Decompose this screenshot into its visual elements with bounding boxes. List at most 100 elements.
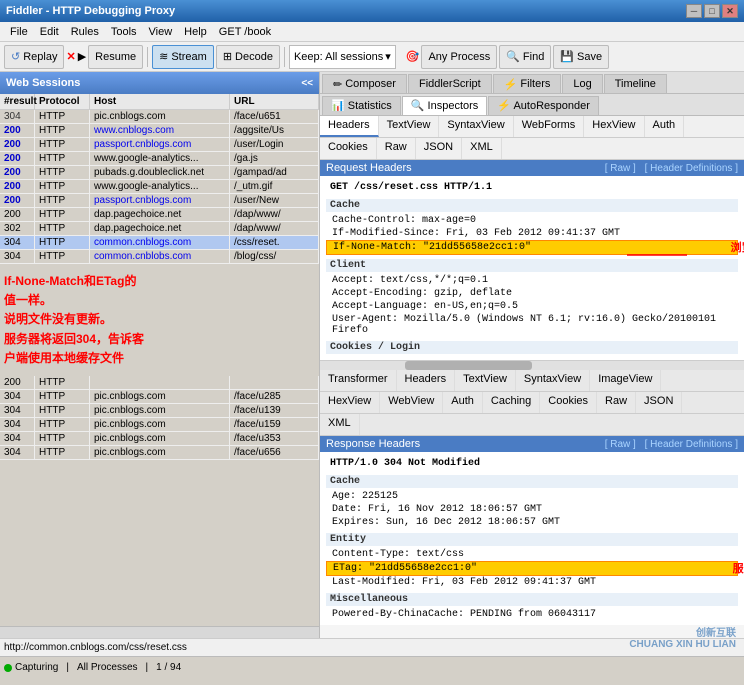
transformer-tabs-3: XML: [320, 414, 744, 436]
menu-file[interactable]: File: [4, 24, 34, 40]
find-icon: 🔍: [506, 50, 520, 63]
table-row[interactable]: 304 HTTP pic.cnblogs.com /face/u285: [0, 390, 319, 404]
req-tab-syntaxview[interactable]: SyntaxView: [439, 116, 513, 137]
trans-tab-imageview[interactable]: ImageView: [590, 370, 661, 391]
menu-get-book[interactable]: GET /book: [213, 24, 277, 40]
inspectors-icon: 🔍: [411, 100, 425, 112]
trans-tab-raw[interactable]: Raw: [597, 392, 636, 413]
req-tab-raw[interactable]: Raw: [377, 138, 416, 159]
keep-sessions-chevron: ▾: [385, 50, 391, 63]
trans-tab-webview[interactable]: WebView: [380, 392, 443, 413]
trans-tab-xml[interactable]: XML: [320, 414, 360, 435]
filters-icon: ⚡: [504, 78, 518, 91]
cache-section-title: Cache: [326, 199, 738, 212]
tab-statistics[interactable]: 📊 Statistics: [322, 96, 401, 115]
title-bar: Fiddler - HTTP Debugging Proxy ─ □ ✕: [0, 0, 744, 22]
req-tab-json[interactable]: JSON: [416, 138, 462, 159]
req-tab-xml[interactable]: XML: [462, 138, 502, 159]
tab-log[interactable]: Log: [562, 74, 602, 93]
trans-tab-cookies[interactable]: Cookies: [540, 392, 597, 413]
table-row[interactable]: 304 HTTP pic.cnblogs.com /face/u353: [0, 432, 319, 446]
tab-fiddler-script[interactable]: FiddlerScript: [408, 74, 492, 93]
trans-tab-transformer[interactable]: Transformer: [320, 370, 397, 391]
toolbar-x-icon: ✕: [66, 50, 75, 63]
response-raw-link[interactable]: [ Raw ]: [605, 439, 636, 450]
trans-tab-hexview[interactable]: HexView: [320, 392, 380, 413]
replay-button[interactable]: ↺ Replay: [4, 45, 64, 69]
resume-button[interactable]: Resume: [88, 45, 143, 69]
trans-tab-auth[interactable]: Auth: [443, 392, 483, 413]
save-label: Save: [577, 51, 602, 63]
tab-timeline[interactable]: Timeline: [604, 74, 667, 93]
table-row[interactable]: 200 HTTP www.cnblogs.com /aggsite/Us: [0, 124, 319, 138]
content-type-line: Content-Type: text/css: [326, 548, 738, 561]
trans-tab-textview[interactable]: TextView: [455, 370, 516, 391]
right-panel: ✏ Composer FiddlerScript ⚡ Filters Log T…: [320, 72, 744, 638]
table-row[interactable]: 304 HTTP common.cnblobs.com /blog/css/: [0, 250, 319, 264]
trans-tab-caching[interactable]: Caching: [483, 392, 540, 413]
request-headers-content[interactable]: GET /css/reset.css HTTP/1.1 Cache Cache-…: [320, 176, 744, 360]
response-headers-content[interactable]: HTTP/1.0 304 Not Modified Cache Age: 225…: [320, 452, 744, 638]
table-row[interactable]: 200 HTTP www.google-analytics... /ga.js: [0, 152, 319, 166]
toolbar-separator-1: [147, 47, 148, 67]
req-tab-hexview[interactable]: HexView: [584, 116, 644, 137]
stream-button[interactable]: ≋ Stream: [152, 45, 214, 69]
req-tab-auth[interactable]: Auth: [645, 116, 685, 137]
req-scrollbar[interactable]: [320, 360, 744, 370]
table-row[interactable]: 304 HTTP pic.cnblogs.com /face/u651: [0, 110, 319, 124]
maximize-btn[interactable]: □: [704, 4, 720, 18]
left-panel: Web Sessions << #result Protocol Host UR…: [0, 72, 320, 638]
watermark-line2: CHUANG XIN HU LIAN: [629, 639, 736, 650]
table-row[interactable]: 302 HTTP dap.pagechoice.net /dap/www/: [0, 222, 319, 236]
table-row[interactable]: 200 HTTP dap.pagechoice.net /dap/www/: [0, 208, 319, 222]
request-header-definitions-link[interactable]: [ Header Definitions ]: [645, 163, 738, 174]
trans-tab-syntaxview[interactable]: SyntaxView: [516, 370, 590, 391]
watermark-line1: 创新互联: [629, 624, 736, 639]
keep-sessions-dropdown[interactable]: Keep: All sessions ▾: [289, 45, 396, 69]
sessions-table-header: #result Protocol Host URL: [0, 94, 319, 110]
tab-filters[interactable]: ⚡ Filters: [493, 74, 562, 93]
inspectors-label: Inspectors: [428, 100, 479, 112]
tab-autoresponder[interactable]: ⚡ AutoResponder: [488, 96, 599, 115]
menu-help[interactable]: Help: [178, 24, 213, 40]
find-button[interactable]: 🔍 Find: [499, 45, 551, 69]
menu-tools[interactable]: Tools: [105, 24, 143, 40]
menu-rules[interactable]: Rules: [65, 24, 105, 40]
menu-edit[interactable]: Edit: [34, 24, 65, 40]
table-row[interactable]: 200 HTTP passport.cnblogs.com /user/New: [0, 194, 319, 208]
request-sub-tabs-2: Cookies Raw JSON XML: [320, 138, 744, 160]
table-row[interactable]: 304 HTTP pic.cnblogs.com /face/u139: [0, 404, 319, 418]
age-line: Age: 225125: [326, 490, 738, 503]
table-row[interactable]: 200 HTTP pubads.g.doubleclick.net /gampa…: [0, 166, 319, 180]
trans-tab-headers[interactable]: Headers: [397, 370, 456, 391]
table-row[interactable]: 200 HTTP www.google-analytics... /_utm.g…: [0, 180, 319, 194]
req-tab-headers[interactable]: Headers: [320, 116, 379, 137]
annotation-line5: 户端使用本地缓存文件: [4, 349, 315, 368]
menu-view[interactable]: View: [143, 24, 179, 40]
table-row[interactable]: 304 HTTP common.cnblogs.com /css/reset.: [0, 236, 319, 250]
req-tab-webforms[interactable]: WebForms: [514, 116, 585, 137]
tab-inspectors[interactable]: 🔍 Inspectors: [402, 96, 488, 115]
resume-label: Resume: [95, 51, 136, 63]
trans-tab-json[interactable]: JSON: [636, 392, 682, 413]
table-row[interactable]: 200 HTTP: [0, 376, 319, 390]
request-raw-link[interactable]: [ Raw ]: [605, 163, 636, 174]
decode-button[interactable]: ⊞ Decode: [216, 45, 280, 69]
table-row[interactable]: 200 HTTP passport.cnblogs.com /user/Logi…: [0, 138, 319, 152]
minimize-btn[interactable]: ─: [686, 4, 702, 18]
save-button[interactable]: 💾 Save: [553, 45, 609, 69]
request-sub-tabs: Headers TextView SyntaxView WebForms Hex…: [320, 116, 744, 138]
response-header-definitions-link[interactable]: [ Header Definitions ]: [645, 439, 738, 450]
req-tab-cookies[interactable]: Cookies: [320, 138, 377, 159]
table-row[interactable]: 304 HTTP pic.cnblogs.com /face/u159: [0, 418, 319, 432]
any-process-button[interactable]: Any Process: [421, 45, 497, 69]
req-scrollbar-thumb[interactable]: [405, 361, 532, 370]
horizontal-scrollbar[interactable]: [0, 626, 319, 638]
collapse-button[interactable]: <<: [301, 78, 313, 89]
tab-composer[interactable]: ✏ Composer: [322, 74, 407, 93]
stream-label: Stream: [171, 51, 206, 63]
expires-line: Expires: Sun, 16 Dec 2012 18:06:57 GMT: [326, 516, 738, 529]
close-btn[interactable]: ✕: [722, 4, 738, 18]
req-tab-textview[interactable]: TextView: [379, 116, 440, 137]
table-row[interactable]: 304 HTTP pic.cnblogs.com /face/u656: [0, 446, 319, 460]
